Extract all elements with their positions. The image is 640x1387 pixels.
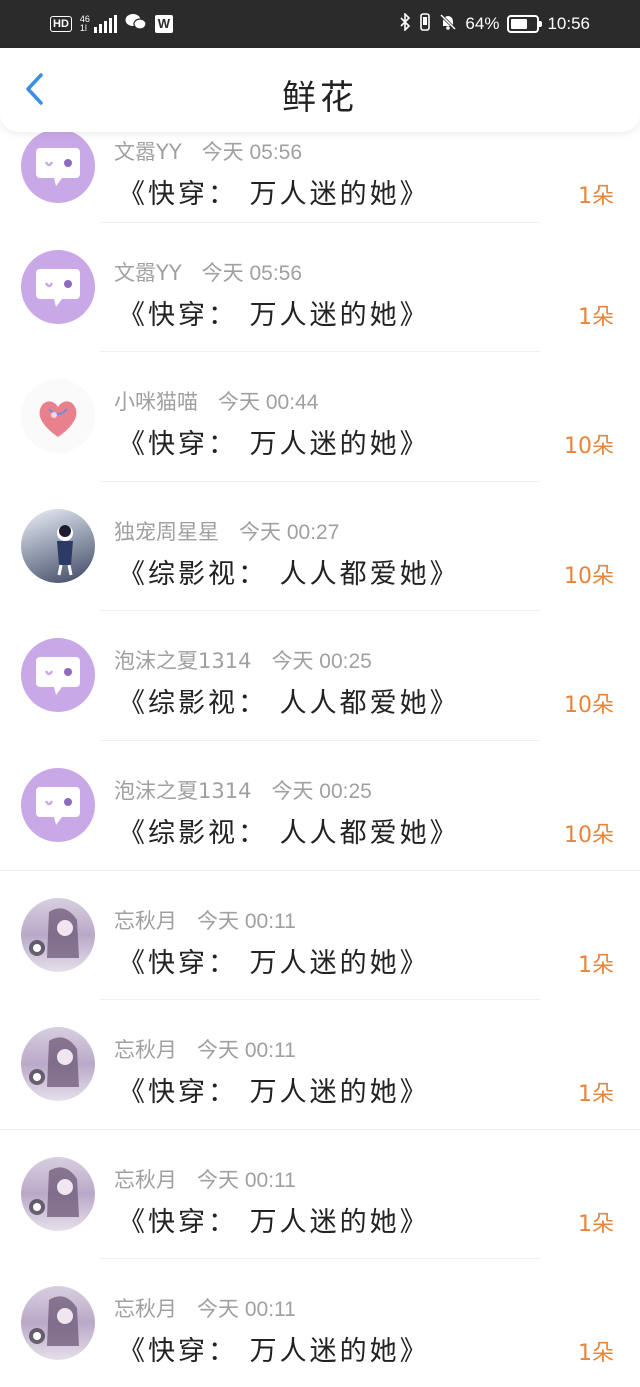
clock: 10:56 — [547, 14, 590, 33]
timestamp: 今天 00:25 — [271, 780, 372, 803]
timestamp: 今天 00:27 — [239, 521, 340, 544]
sender-meta: 忘秋月 今天 00:11 — [114, 1293, 296, 1323]
username: 泡沫之夏1314 — [114, 779, 252, 803]
list-item[interactable]: 泡沫之夏1314 今天 00:25 《综影视： 人人都爱她》 10朵 — [0, 711, 640, 849]
timestamp: 今天 05:56 — [201, 141, 303, 164]
sender-meta: 忘秋月 今天 00:11 — [114, 1164, 296, 1194]
girl-avatar-image — [29, 908, 79, 958]
username: 文嚣YY — [114, 140, 182, 164]
avatar[interactable] — [21, 250, 95, 324]
avatar[interactable] — [21, 1157, 95, 1231]
avatar[interactable] — [21, 768, 95, 842]
default-avatar-chat-icon — [36, 148, 80, 186]
signal-icon — [93, 15, 117, 33]
list-item[interactable]: 忘秋月 今天 00:11 《快穿： 万人迷的她》 1朵 — [0, 970, 640, 1108]
timestamp: 今天 00:11 — [197, 1298, 296, 1321]
network-type-icon: 46 1l — [80, 15, 90, 33]
mute-bell-icon — [439, 13, 457, 36]
username: 忘秋月 — [114, 909, 177, 933]
sender-meta: 文嚣YY 今天 05:56 — [114, 257, 302, 287]
username: 独宠周星星 — [114, 520, 219, 544]
list-item[interactable]: 泡沫之夏1314 今天 00:25 《综影视： 人人都爱她》 10朵 — [0, 581, 640, 719]
vibrate-icon — [419, 12, 431, 36]
hd-icon: HD — [50, 16, 72, 32]
username: 文嚣YY — [114, 261, 182, 285]
list-item[interactable]: 忘秋月 今天 00:11 《快穿： 万人迷的她》 1朵 — [0, 1229, 640, 1367]
avatar[interactable] — [21, 638, 95, 712]
sender-meta: 独宠周星星 今天 00:27 — [114, 516, 339, 546]
sender-meta: 文嚣YY 今天 05:56 — [114, 136, 302, 166]
sender-meta: 小咪猫喵 今天 00:44 — [114, 386, 318, 416]
timestamp: 今天 00:11 — [197, 910, 296, 933]
username: 忘秋月 — [114, 1297, 177, 1321]
avatar[interactable] — [21, 379, 95, 453]
timestamp: 今天 00:25 — [271, 650, 372, 673]
sender-meta: 忘秋月 今天 00:11 — [114, 905, 296, 935]
username: 小咪猫喵 — [114, 390, 198, 414]
status-bar-left: HD 46 1l W — [50, 13, 173, 36]
w-app-icon: W — [154, 15, 173, 33]
avatar[interactable] — [21, 1286, 95, 1360]
list-item[interactable]: 小咪猫喵 今天 00:44 《快穿： 万人迷的她》 10朵 — [0, 322, 640, 460]
app-header: 鲜花 — [0, 48, 640, 132]
timestamp: 今天 00:44 — [218, 391, 319, 414]
sender-meta: 泡沫之夏1314 今天 00:25 — [114, 645, 372, 675]
sender-meta: 泡沫之夏1314 今天 00:25 — [114, 775, 372, 805]
avatar[interactable] — [21, 898, 95, 972]
username: 泡沫之夏1314 — [114, 649, 252, 673]
status-bar: HD 46 1l W 64% 10:56 — [0, 0, 640, 48]
girl-avatar-image — [29, 1296, 79, 1346]
default-avatar-chat-icon — [36, 787, 80, 825]
username: 忘秋月 — [114, 1168, 177, 1192]
flower-count: 1朵 — [578, 1341, 614, 1366]
girl-avatar-image — [29, 1037, 79, 1087]
girl-avatar-image — [29, 1167, 79, 1217]
default-avatar-chat-icon — [36, 269, 80, 307]
timestamp: 今天 05:56 — [201, 262, 303, 285]
list-item[interactable]: 独宠周星星 今天 00:27 《综影视： 人人都爱她》 10朵 — [0, 452, 640, 590]
list-item[interactable]: 忘秋月 今天 00:11 《快穿： 万人迷的她》 1朵 — [0, 1100, 640, 1238]
battery-percent: 64% — [465, 14, 500, 33]
status-bar-right: 64% 10:56 — [399, 11, 590, 36]
avatar[interactable] — [21, 1027, 95, 1101]
book-title: 《快穿： 万人迷的她》 — [118, 1336, 430, 1367]
bluetooth-icon — [399, 11, 411, 36]
battery-icon — [507, 15, 543, 33]
wechat-icon — [125, 13, 147, 36]
list-item[interactable]: 忘秋月 今天 00:11 《快穿： 万人迷的她》 1朵 — [0, 841, 640, 979]
anime-avatar-image — [57, 525, 73, 576]
list-item[interactable]: 文嚣YY 今天 05:56 《快穿： 万人迷的她》 1朵 — [0, 193, 640, 331]
network-sub-label: 1l — [79, 23, 87, 33]
timestamp: 今天 00:11 — [197, 1039, 296, 1062]
heart-avatar-image — [39, 401, 77, 437]
page-title: 鲜花 — [282, 78, 358, 118]
default-avatar-chat-icon — [36, 657, 80, 695]
avatar[interactable] — [21, 129, 95, 203]
sender-meta: 忘秋月 今天 00:11 — [114, 1034, 296, 1064]
timestamp: 今天 00:11 — [197, 1169, 296, 1192]
username: 忘秋月 — [114, 1038, 177, 1062]
avatar[interactable] — [21, 509, 95, 583]
